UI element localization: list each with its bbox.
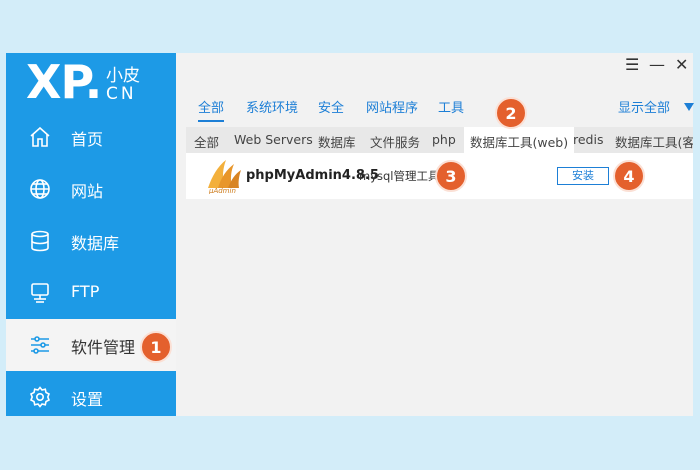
phpmyadmin-logo-icon: μAdmin [208, 160, 241, 194]
subtab-all[interactable]: 全部 [194, 132, 219, 151]
logo-small-text: 小皮 [106, 66, 140, 86]
globe-icon [30, 179, 50, 199]
svg-text:μAdmin: μAdmin [208, 187, 236, 194]
main-panel: ☰ — ✕ 全部 系统环境 安全 网站程序 工具 显示全部 全部 Web Ser… [176, 53, 695, 416]
tab-tools[interactable]: 工具 [438, 97, 464, 116]
subtab-db-tools-web[interactable]: 数据库工具(web) [464, 127, 575, 153]
subtab-redis[interactable]: redis [573, 132, 603, 147]
sidebar-item-label: 首页 [71, 130, 104, 149]
subtab-php[interactable]: php [432, 132, 456, 147]
sidebar-item-label: FTP [71, 282, 100, 301]
annotation-badge: 3 [435, 160, 467, 192]
triangle-down-icon [684, 103, 695, 111]
annotation-badge: 2 [495, 97, 527, 129]
sidebar-item-ftp[interactable]: FTP [6, 267, 176, 319]
annotation-badge: 1 [140, 331, 172, 363]
gear-icon [29, 386, 51, 408]
ftp-icon [31, 283, 49, 303]
app-window: XP. 小皮 CN 首页 网站 数据库 FTP 软件管理 设置 ☰ — ✕ 全部… [6, 53, 695, 416]
sliders-icon [31, 336, 49, 354]
sidebar-item-home[interactable]: 首页 [6, 111, 176, 163]
close-button[interactable]: ✕ [675, 55, 688, 74]
sidebar-item-label: 软件管理 [71, 338, 136, 357]
show-all-label: 显示全部 [618, 101, 671, 116]
show-all-dropdown[interactable]: 显示全部 [618, 97, 695, 116]
subtab-file-service[interactable]: 文件服务 [370, 132, 420, 151]
sidebar-item-label: 网站 [71, 182, 104, 201]
sidebar-item-label: 数据库 [71, 234, 120, 253]
logo-xp: XP. [26, 55, 102, 109]
home-icon [30, 126, 50, 147]
tab-system-env[interactable]: 系统环境 [246, 97, 298, 116]
sub-tabs-bar: 全部 Web Servers 数据库 文件服务 php 数据库工具(web) r… [186, 127, 693, 153]
sidebar-item-label: 设置 [71, 390, 104, 409]
annotation-badge: 4 [613, 160, 645, 192]
tab-security[interactable]: 安全 [318, 97, 344, 116]
subtab-db-tools-client[interactable]: 数据库工具(客 [615, 132, 693, 151]
sidebar-item-settings[interactable]: 设置 [6, 371, 176, 423]
tab-web-programs[interactable]: 网站程序 [366, 97, 418, 116]
subtab-web-servers[interactable]: Web Servers [234, 132, 313, 147]
software-description: mysql管理工具 [359, 169, 440, 183]
sidebar-item-website[interactable]: 网站 [6, 163, 176, 215]
app-logo: XP. 小皮 CN [26, 53, 176, 111]
minimize-button[interactable]: — [649, 55, 665, 74]
logo-cn-text: CN [106, 84, 137, 104]
database-icon [31, 230, 49, 252]
menu-icon[interactable]: ☰ [625, 55, 639, 74]
sidebar-item-database[interactable]: 数据库 [6, 215, 176, 267]
subtab-database[interactable]: 数据库 [318, 132, 356, 151]
tab-all[interactable]: 全部 [198, 97, 225, 122]
install-button[interactable]: 安装 [557, 167, 609, 185]
